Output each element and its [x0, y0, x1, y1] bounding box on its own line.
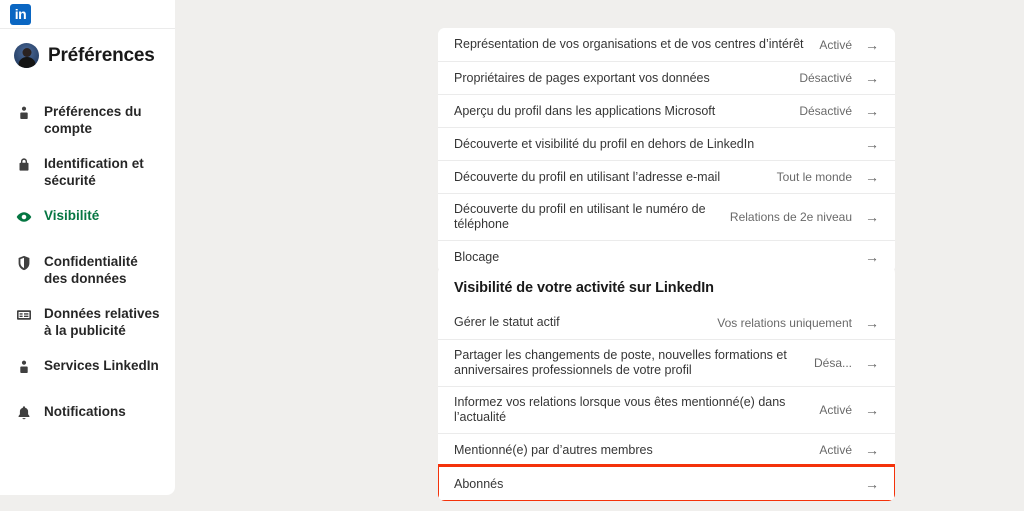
settings-row-list: Gérer le statut actif Vos relations uniqu… [438, 306, 895, 501]
settings-row-label: Découverte du profil en utilisant l’adre… [454, 169, 721, 184]
sidebar-item-label: Visibilité [44, 208, 100, 223]
sidebar-item-label: Données relatives à la publicité [44, 306, 160, 338]
sidebar-item-label: Identification et sécurité [44, 156, 144, 188]
sidebar: Préférences Préférences du compte Identif… [0, 28, 175, 495]
lock-icon [16, 155, 32, 173]
settings-row[interactable]: Abonnés → [438, 464, 895, 501]
settings-row-value: Activé [819, 403, 852, 417]
settings-row[interactable]: Partager les changements de poste, nouve… [438, 339, 895, 386]
settings-row-list: Représentation de vos organisations et d… [438, 28, 895, 273]
shield-icon [16, 253, 32, 271]
settings-row-value: Relations de 2e niveau [729, 210, 852, 224]
settings-row-label: Propriétaires de pages exportant vos don… [454, 70, 710, 85]
sidebar-item-6[interactable]: Services LinkedIn [0, 348, 175, 394]
sidebar-item-label: Confidentialité des données [44, 254, 138, 286]
settings-row[interactable]: Gérer le statut actif Vos relations uniqu… [438, 306, 895, 339]
arrow-right-icon[interactable]: → [862, 38, 879, 52]
linkedin-logo-icon[interactable]: in [10, 3, 31, 25]
preferences-header: Préférences [0, 43, 175, 68]
arrow-right-icon[interactable]: → [862, 443, 879, 457]
arrow-right-icon[interactable]: → [862, 137, 879, 151]
settings-row-value: Activé [819, 37, 852, 52]
settings-row-label: Découverte du profil en utilisant le num… [454, 202, 706, 231]
arrow-right-icon[interactable]: → [862, 170, 879, 184]
arrow-right-icon[interactable]: → [862, 250, 879, 264]
settings-row-value: Désactivé [799, 104, 852, 118]
sidebar-item-label: Notifications [44, 404, 126, 419]
sidebar-item-label: Services LinkedIn [44, 358, 159, 373]
settings-row-value: Activé [819, 443, 852, 457]
sidebar-item-2[interactable]: Identification et sécurité [0, 146, 175, 198]
arrow-right-icon[interactable]: → [862, 71, 879, 85]
sidebar-item-7[interactable]: Notifications [0, 394, 175, 440]
arrow-right-icon[interactable]: → [862, 403, 879, 417]
settings-row-label: Découverte et visibilité du profil en de… [454, 136, 755, 151]
settings-row-value: Tout le monde [776, 170, 852, 184]
sidebar-item-5[interactable]: Données relatives à la publicité [0, 296, 175, 348]
arrow-right-icon[interactable]: → [862, 356, 879, 370]
sidebar-item-1[interactable]: Préférences du compte [0, 94, 175, 146]
page-title: Préférences [48, 44, 155, 66]
settings-row-value: Désactivé [799, 71, 852, 85]
avatar[interactable] [14, 43, 39, 68]
settings-row[interactable]: Propriétaires de pages exportant vos don… [438, 61, 895, 94]
settings-row-label: Abonnés [454, 476, 504, 491]
settings-card-activity-visibility: Visibilité de votre activité sur LinkedI… [438, 266, 895, 501]
settings-row[interactable]: Découverte du profil en utilisant le num… [438, 193, 895, 240]
arrow-right-icon[interactable]: → [862, 316, 879, 330]
person-icon [16, 357, 32, 375]
top-bar: in [0, 0, 175, 28]
settings-row[interactable]: Aperçu du profil dans les applications M… [438, 94, 895, 127]
sidebar-item-4[interactable]: Confidentialité des données [0, 244, 175, 296]
settings-row[interactable]: Découverte du profil en utilisant l’adre… [438, 160, 895, 193]
settings-row-label: Aperçu du profil dans les applications M… [454, 103, 716, 118]
person-icon [16, 103, 32, 121]
settings-row-label: Gérer le statut actif [454, 315, 560, 329]
settings-row[interactable]: Mentionné(e) par d’autres membres Activé → [438, 433, 895, 466]
settings-row[interactable]: Représentation de vos organisations et d… [438, 28, 895, 61]
settings-row-label: Représentation de vos organisations et d… [454, 37, 804, 51]
settings-row-label: Partager les changements de poste, nouve… [454, 348, 787, 377]
sidebar-nav-list: Préférences du compte Identification et s… [0, 94, 175, 440]
settings-row-label: Mentionné(e) par d’autres membres [454, 442, 653, 457]
settings-row[interactable]: Découverte et visibilité du profil en de… [438, 127, 895, 160]
settings-row-value: Désa... [813, 356, 852, 370]
settings-card-visibility-profile: Représentation de vos organisations et d… [438, 28, 895, 273]
settings-row[interactable]: Informez vos relations lorsque vous êtes… [438, 386, 895, 433]
arrow-right-icon[interactable]: → [862, 104, 879, 118]
bell-icon [16, 403, 32, 421]
ad-card-icon [16, 305, 32, 323]
arrow-right-icon[interactable]: → [862, 477, 879, 491]
sidebar-item-3[interactable]: Visibilité [0, 198, 175, 244]
card-title: Visibilité de votre activité sur LinkedI… [454, 280, 714, 296]
arrow-right-icon[interactable]: → [862, 210, 879, 224]
sidebar-item-label: Préférences du compte [44, 104, 142, 136]
settings-row-label: Informez vos relations lorsque vous êtes… [454, 395, 786, 424]
main-content: Représentation de vos organisations et d… [175, 28, 1024, 511]
eye-icon [16, 207, 32, 225]
settings-row-value: Vos relations uniquement [717, 315, 852, 330]
